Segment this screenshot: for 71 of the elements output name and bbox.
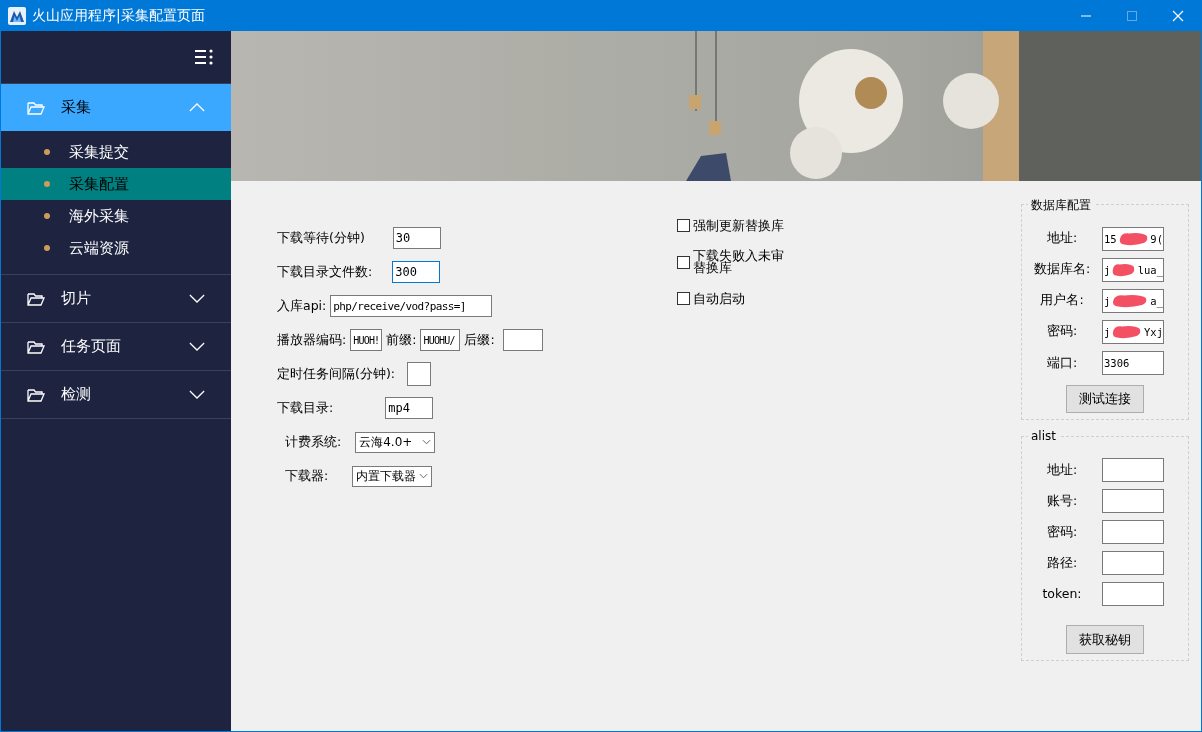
input-field[interactable]: 30 [392,227,441,249]
get-key-button[interactable]: 获取秘钥 [1066,625,1144,654]
input-field[interactable]: j Yxj [1102,319,1164,344]
input-field[interactable] [1102,581,1164,606]
input-field[interactable] [1102,520,1164,545]
input-field[interactable]: j a_ [1102,288,1164,313]
sidebar-group[interactable]: 采集 [1,84,231,131]
dropdown[interactable]: 云海4.0+ [355,431,436,453]
folder-icon [27,338,45,355]
field-label: token: [1041,586,1083,602]
menu-icon[interactable] [194,47,214,67]
chevron-icon [189,390,205,399]
field-label: 计费系统: [285,433,342,451]
input-field[interactable]: HUOHU/ [420,329,461,351]
panel-title: 数据库配置 [1028,197,1094,214]
field-label: 下载目录: [277,399,334,417]
input-field[interactable] [1102,489,1164,514]
field-label: 端口: [1045,354,1079,372]
field-label: 定时任务间隔(分钟): [277,365,395,383]
chevron-icon [189,342,205,351]
folder-icon [27,99,45,116]
field-label: 地址: [1045,230,1079,248]
input-field[interactable]: j lua_ [1102,257,1164,282]
input-field[interactable]: mp4 [385,397,434,419]
window-title: 火山应用程序|采集配置页面 [32,7,205,25]
input-field[interactable] [502,329,543,351]
input-field[interactable] [1102,551,1164,576]
field-label: 下载器: [285,467,329,485]
sidebar-item[interactable]: 采集配置 [1,168,231,200]
field-label: 密码: [1045,523,1079,541]
sidebar-group[interactable]: 检测 [1,371,231,418]
input-field[interactable]: 300 [392,261,441,283]
chevron-icon [189,103,205,112]
checkbox-label: 强制更新替换库 [693,219,784,232]
sidebar-item[interactable]: 云端资源 [1,232,231,264]
checkbox-label: 下载失败入未审替换库 [693,250,785,274]
test-connection-button[interactable]: 测试连接 [1066,384,1144,414]
field-label: 路径: [1045,554,1079,572]
field-label: 入库api: [277,297,327,315]
checkbox[interactable] [677,292,690,305]
input-field[interactable] [1102,458,1164,483]
sidebar-item[interactable]: 海外采集 [1,200,231,232]
panel-title: alist [1028,429,1059,443]
input-field[interactable] [406,362,431,386]
sidebar-group[interactable]: 切片 [1,275,231,322]
chevron-icon [189,294,205,303]
field-label: 播放器编码: [277,331,347,349]
field-label: 数据库名: [1032,261,1092,279]
caret-icon [419,473,429,479]
sidebar-item[interactable]: 采集提交 [1,136,231,168]
input-field[interactable]: php/receive/vod?pass=] [330,295,493,317]
sidebar-group[interactable]: 任务页面 [1,323,231,370]
field-label: 下载目录文件数: [277,263,373,281]
checkbox-label: 自动启动 [693,292,745,305]
field-label: 后缀: [464,331,495,349]
input-field[interactable]: 15 9( [1102,226,1164,251]
checkbox[interactable] [677,255,690,269]
field-label: 用户名: [1039,292,1085,310]
folder-icon [27,386,45,403]
field-label: 前缀: [386,331,417,349]
field-label: 密码: [1045,323,1079,341]
dropdown[interactable]: 内置下载器 [352,465,433,487]
field-label: 下载等待(分钟) [277,229,365,247]
mountain-logo-icon [8,7,26,25]
folder-icon [27,290,45,307]
input-field[interactable]: 3306 [1102,351,1164,376]
field-label: 账号: [1045,492,1079,510]
field-label: 地址: [1045,461,1079,479]
caret-icon [422,439,432,445]
input-field[interactable]: HUOH! [350,329,383,351]
checkbox[interactable] [677,219,690,232]
